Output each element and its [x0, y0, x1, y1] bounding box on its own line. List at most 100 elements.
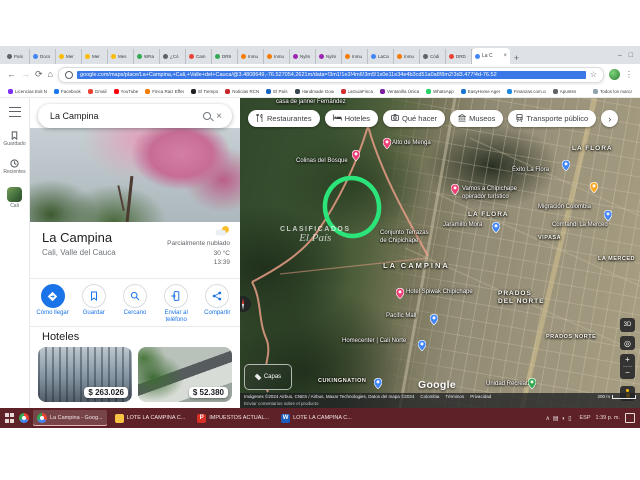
browser-tab[interactable]: Mes	[108, 49, 134, 64]
map-pin-orange[interactable]	[590, 180, 598, 198]
maximize-button[interactable]: □	[629, 52, 633, 59]
action-share[interactable]: Compartir	[197, 284, 237, 324]
map-pin-blue[interactable]	[604, 208, 612, 226]
tab-close-icon[interactable]: ×	[503, 53, 507, 59]
active-tab[interactable]: La C ×	[472, 48, 510, 64]
sidebar-item-profile[interactable]: Cali	[7, 187, 22, 209]
chip-transit[interactable]: Transporte público	[508, 110, 596, 127]
bookmark-item[interactable]: El País	[266, 89, 287, 94]
zoom-in-button[interactable]: +	[625, 356, 630, 364]
kebab-menu-icon[interactable]: ⋮	[625, 70, 633, 79]
bookmark-item[interactable]: Handmade Goodye	[295, 89, 334, 94]
search-input[interactable]	[48, 110, 198, 122]
map-pin-blue[interactable]	[430, 312, 438, 330]
browser-tab[interactable]: ¿Có	[160, 49, 186, 64]
bookmark-item[interactable]: Apuntes	[553, 89, 577, 94]
browser-tab[interactable]: DR9	[212, 49, 238, 64]
chip-restaurant[interactable]: Restaurantes	[248, 110, 320, 127]
browser-tab[interactable]: Inmu	[264, 49, 290, 64]
map-pin-blue[interactable]	[562, 158, 570, 176]
browser-tab[interactable]: Nylm	[290, 49, 316, 64]
url-text[interactable]: google.com/maps/place/La+Campina,+Cali,+…	[77, 71, 586, 79]
refresh-icon[interactable]: ⟳	[35, 70, 43, 79]
bookmark-item[interactable]: El Tiempo	[191, 89, 218, 94]
start-button-icon[interactable]	[5, 413, 15, 423]
browser-tab[interactable]: Nylm	[316, 49, 342, 64]
bookmark-item[interactable]: Facebook	[54, 89, 81, 94]
map-pin-pink[interactable]	[383, 136, 391, 154]
browser-tab[interactable]: Mer	[56, 49, 82, 64]
chip-museum[interactable]: Museos	[450, 110, 503, 127]
tray-battery-icon[interactable]: ▤	[553, 416, 559, 422]
3d-toggle-button[interactable]: 3D	[620, 318, 635, 332]
map-pin-pink[interactable]	[396, 286, 404, 304]
map-pin-blue[interactable]	[418, 338, 426, 356]
place-photo[interactable]	[30, 128, 240, 222]
browser-tab[interactable]: País	[4, 49, 30, 64]
clock[interactable]: 1:39 p. m.	[596, 415, 620, 421]
bookmark-item[interactable]: Noticias RCN	[225, 89, 259, 94]
language-indicator[interactable]: ESP	[580, 415, 591, 421]
attribution-link[interactable]: Términos	[445, 394, 464, 401]
bookmark-item[interactable]: YouTube	[114, 89, 139, 94]
map-pin-pink[interactable]	[352, 148, 360, 166]
hotel-card[interactable]: $ 52.380	[138, 347, 232, 402]
site-info-icon[interactable]	[65, 71, 73, 79]
layers-button[interactable]: Capas	[244, 364, 292, 390]
action-nearby[interactable]: Cercano	[115, 284, 155, 324]
new-tab-button[interactable]: +	[510, 51, 523, 64]
map-canvas[interactable]: Restaurantes Hoteles Qué hacer Museos Transp…	[240, 98, 640, 408]
chips-more-button[interactable]: ›	[601, 110, 618, 127]
browser-tab[interactable]: Inmu	[238, 49, 264, 64]
chrome-pinned-icon[interactable]	[19, 413, 29, 423]
chip-hotel[interactable]: Hoteles	[325, 110, 378, 127]
bookmark-item[interactable]: EasyHome Agente...	[461, 89, 500, 94]
taskbar-app-button[interactable]: La Campina - Goog...	[33, 410, 107, 426]
attribution-link[interactable]: Privacidad	[470, 394, 491, 401]
bookmark-item[interactable]: WhatsApp	[426, 89, 454, 94]
close-icon[interactable]: ×	[216, 111, 222, 122]
attribution-link[interactable]: Colombia	[420, 394, 439, 401]
home-icon[interactable]: ⌂	[48, 70, 53, 79]
sidebar-item-recents[interactable]: Recientes	[3, 159, 25, 175]
bookmark-item[interactable]: Ventanilla Única de...	[380, 89, 419, 94]
zoom-out-button[interactable]: −	[625, 369, 630, 377]
bookmark-item[interactable]: Finanzas.com.co	[507, 89, 546, 94]
search-box[interactable]: ×	[38, 104, 232, 128]
taskbar-app-button[interactable]: WLOTE LA CAMPIÑA C...	[277, 410, 356, 426]
bookmark-item[interactable]: LaGuiaFinca	[341, 89, 374, 94]
tray-caret-icon[interactable]: ∧	[546, 416, 550, 422]
bookmark-star-icon[interactable]: ☆	[590, 70, 597, 79]
map-pin-blue[interactable]	[374, 376, 382, 394]
browser-tab[interactable]: Docs	[30, 49, 56, 64]
minimize-button[interactable]: –	[618, 52, 622, 59]
notification-center-icon[interactable]	[625, 413, 635, 423]
browser-tab[interactable]: LaCa	[368, 49, 394, 64]
taskbar-app-button[interactable]: PIMPUESTOS ACTUAL...	[193, 410, 273, 426]
browser-tab[interactable]: Cam	[186, 49, 212, 64]
browser-tab[interactable]: Códi	[420, 49, 446, 64]
action-send-to-phone[interactable]: Enviar al teléfono	[156, 284, 196, 324]
bookmark-item[interactable]: Finca Raiz Effec	[145, 89, 184, 94]
bookmarks-overflow[interactable]: Todos los marcad...	[593, 89, 632, 94]
forward-icon[interactable]: →	[21, 70, 30, 79]
browser-tab[interactable]: Inmu	[394, 49, 420, 64]
search-icon[interactable]	[203, 112, 211, 120]
browser-tab[interactable]: WRa	[134, 49, 160, 64]
browser-tab[interactable]: Inmu	[342, 49, 368, 64]
profile-avatar[interactable]	[609, 69, 620, 80]
url-bar[interactable]: google.com/maps/place/La+Campina,+Cali,+…	[58, 67, 604, 83]
map-pin-pink[interactable]	[451, 182, 459, 200]
action-bookmark[interactable]: Guardar	[74, 284, 114, 324]
chip-camera[interactable]: Qué hacer	[383, 110, 445, 127]
menu-icon[interactable]	[9, 107, 21, 117]
back-icon[interactable]: ←	[7, 70, 16, 79]
compass-control[interactable]	[240, 296, 251, 312]
action-directions[interactable]: Cómo llegar	[33, 284, 73, 324]
hotel-card[interactable]: $ 263.026	[38, 347, 132, 402]
browser-tab[interactable]: Mer	[82, 49, 108, 64]
tray-network-icon[interactable]: ▯	[568, 416, 571, 422]
tray-volume-icon[interactable]: ◗	[562, 416, 566, 422]
taskbar-app-button[interactable]: LOTE LA CAMPIÑA C...	[111, 410, 190, 426]
sidebar-item-saved[interactable]: Guardado	[3, 131, 25, 147]
